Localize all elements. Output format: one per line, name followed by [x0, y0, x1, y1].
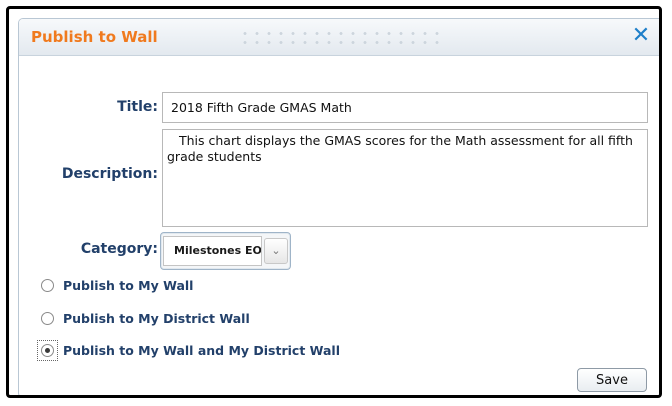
radio-label-my-wall: Publish to My Wall [63, 278, 194, 293]
title-label: Title: [117, 99, 158, 115]
dialog-titlebar[interactable]: Publish to Wall ✕ [19, 19, 659, 56]
category-label: Category: [80, 241, 158, 257]
radio-both-walls[interactable] [41, 344, 54, 357]
category-selected-value: Milestones EOG [163, 236, 262, 266]
screenshot-frame: Publish to Wall ✕ Title: Description: Th… [6, 6, 662, 398]
category-select[interactable]: Milestones EOG ⌄ [160, 232, 291, 270]
chevron-down-icon[interactable]: ⌄ [264, 238, 288, 264]
save-button[interactable]: Save [577, 368, 647, 392]
radio-my-wall[interactable] [41, 279, 54, 292]
radio-label-both-walls: Publish to My Wall and My District Wall [63, 343, 341, 358]
publish-dialog: Publish to Wall ✕ Title: Description: Th… [18, 18, 659, 395]
description-textarea[interactable]: This chart displays the GMAS scores for … [162, 129, 648, 227]
title-input[interactable] [162, 92, 648, 123]
radio-district-wall[interactable] [41, 312, 54, 325]
drag-grip-icon[interactable] [239, 29, 439, 47]
description-label: Description: [61, 166, 158, 182]
close-icon[interactable]: ✕ [628, 23, 654, 49]
radio-label-district-wall: Publish to My District Wall [63, 311, 250, 326]
dialog-title: Publish to Wall [31, 28, 158, 46]
